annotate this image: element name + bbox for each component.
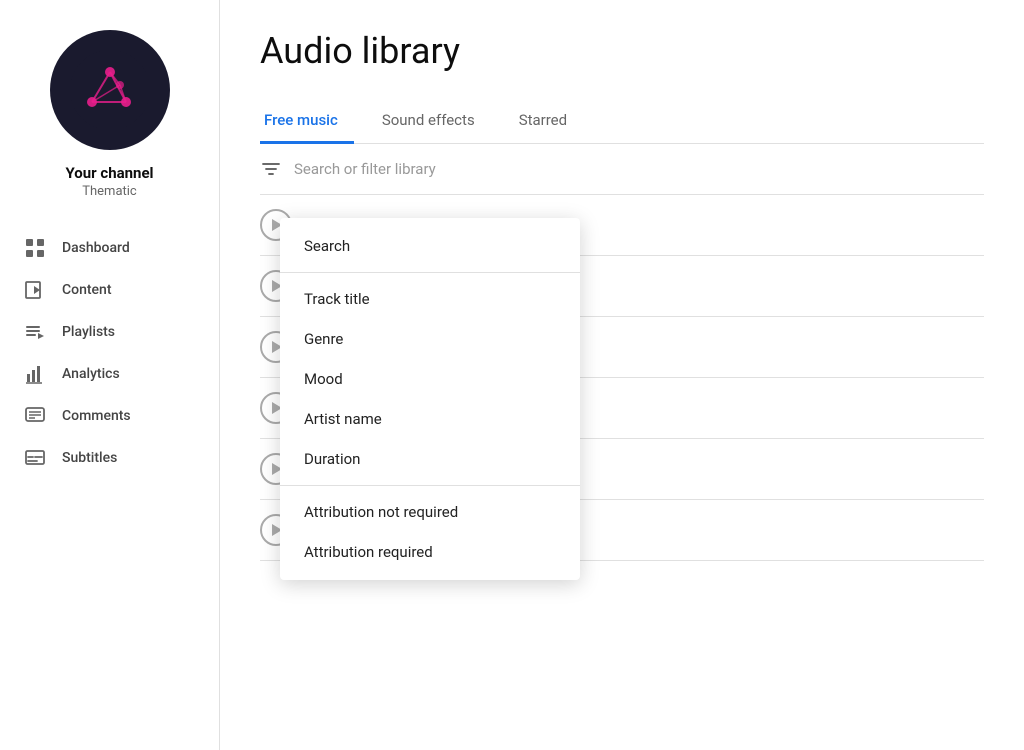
main-content: Audio library Free music Sound effects S…: [220, 0, 1024, 750]
content-label: Content: [62, 282, 112, 298]
dropdown-item-duration[interactable]: Duration: [280, 439, 580, 479]
dropdown-item-search[interactable]: Search: [280, 226, 580, 266]
playlists-icon: [24, 321, 46, 343]
sidebar-nav: Dashboard Content Playlists: [0, 227, 219, 479]
analytics-label: Analytics: [62, 366, 120, 382]
comments-icon: [24, 405, 46, 427]
dropdown-divider: [280, 485, 580, 486]
sidebar: Your channel Thematic Dashboard: [0, 0, 220, 750]
page-title: Audio library: [260, 30, 984, 72]
sidebar-item-subtitles[interactable]: Subtitles: [0, 437, 219, 479]
search-bar[interactable]: Search or filter library: [260, 144, 984, 195]
analytics-icon: [24, 363, 46, 385]
dropdown-item-genre[interactable]: Genre: [280, 319, 580, 359]
subtitles-icon: [24, 447, 46, 469]
dropdown-item-mood[interactable]: Mood: [280, 359, 580, 399]
dashboard-label: Dashboard: [62, 240, 130, 256]
dropdown-item-track-title[interactable]: Track title: [280, 279, 580, 319]
sidebar-item-content[interactable]: Content: [0, 269, 219, 311]
sidebar-item-playlists[interactable]: Playlists: [0, 311, 219, 353]
dropdown-divider: [280, 272, 580, 273]
filter-dropdown: Search Track title Genre Mood Artist nam…: [280, 218, 580, 580]
playlists-label: Playlists: [62, 324, 115, 340]
tabs: Free music Sound effects Starred: [260, 102, 984, 144]
sidebar-item-analytics[interactable]: Analytics: [0, 353, 219, 395]
subtitles-label: Subtitles: [62, 450, 117, 466]
filter-icon: [260, 158, 282, 180]
channel-name: Your channel: [65, 164, 153, 182]
comments-label: Comments: [62, 408, 131, 424]
tab-starred[interactable]: Starred: [515, 103, 583, 144]
dropdown-item-attribution-required[interactable]: Attribution required: [280, 532, 580, 572]
search-placeholder: Search or filter library: [294, 160, 436, 178]
dropdown-item-artist-name[interactable]: Artist name: [280, 399, 580, 439]
channel-avatar: [50, 30, 170, 150]
sidebar-item-dashboard[interactable]: Dashboard: [0, 227, 219, 269]
tab-sound-effects[interactable]: Sound effects: [378, 103, 491, 144]
dropdown-item-attribution-not-required[interactable]: Attribution not required: [280, 492, 580, 532]
channel-sub: Thematic: [82, 184, 137, 199]
sidebar-item-comments[interactable]: Comments: [0, 395, 219, 437]
content-icon: [24, 279, 46, 301]
tab-free-music[interactable]: Free music: [260, 103, 354, 144]
dashboard-icon: [24, 237, 46, 259]
